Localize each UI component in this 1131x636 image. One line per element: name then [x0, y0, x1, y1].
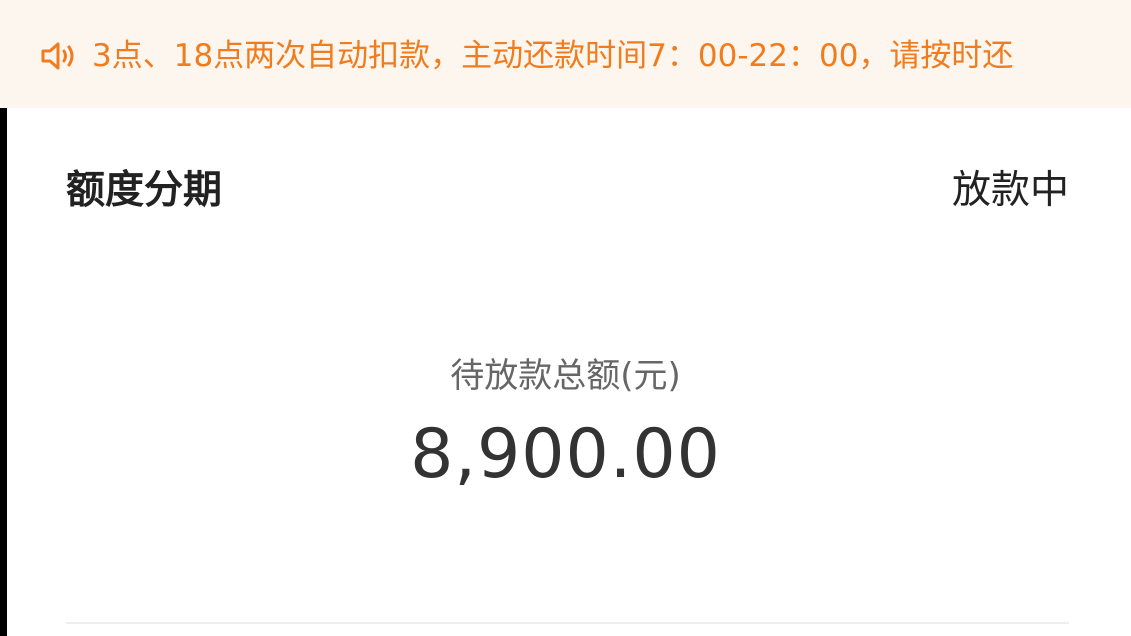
- loan-detail-page: 3点、18点两次自动扣款，主动还款时间7：00-22：00，请按时还 额度分期 …: [0, 0, 1131, 636]
- amount-label: 待放款总额(元): [450, 356, 681, 396]
- section-title: 额度分期: [66, 168, 223, 213]
- divider: [66, 622, 1069, 624]
- loan-status: 放款中: [951, 168, 1069, 213]
- amount-value: 8,900.00: [410, 415, 721, 494]
- notice-bar[interactable]: 3点、18点两次自动扣款，主动还款时间7：00-22：00，请按时还: [0, 0, 1131, 108]
- notice-text: 3点、18点两次自动扣款，主动还款时间7：00-22：00，请按时还: [92, 38, 1014, 74]
- speaker-icon: [40, 40, 80, 72]
